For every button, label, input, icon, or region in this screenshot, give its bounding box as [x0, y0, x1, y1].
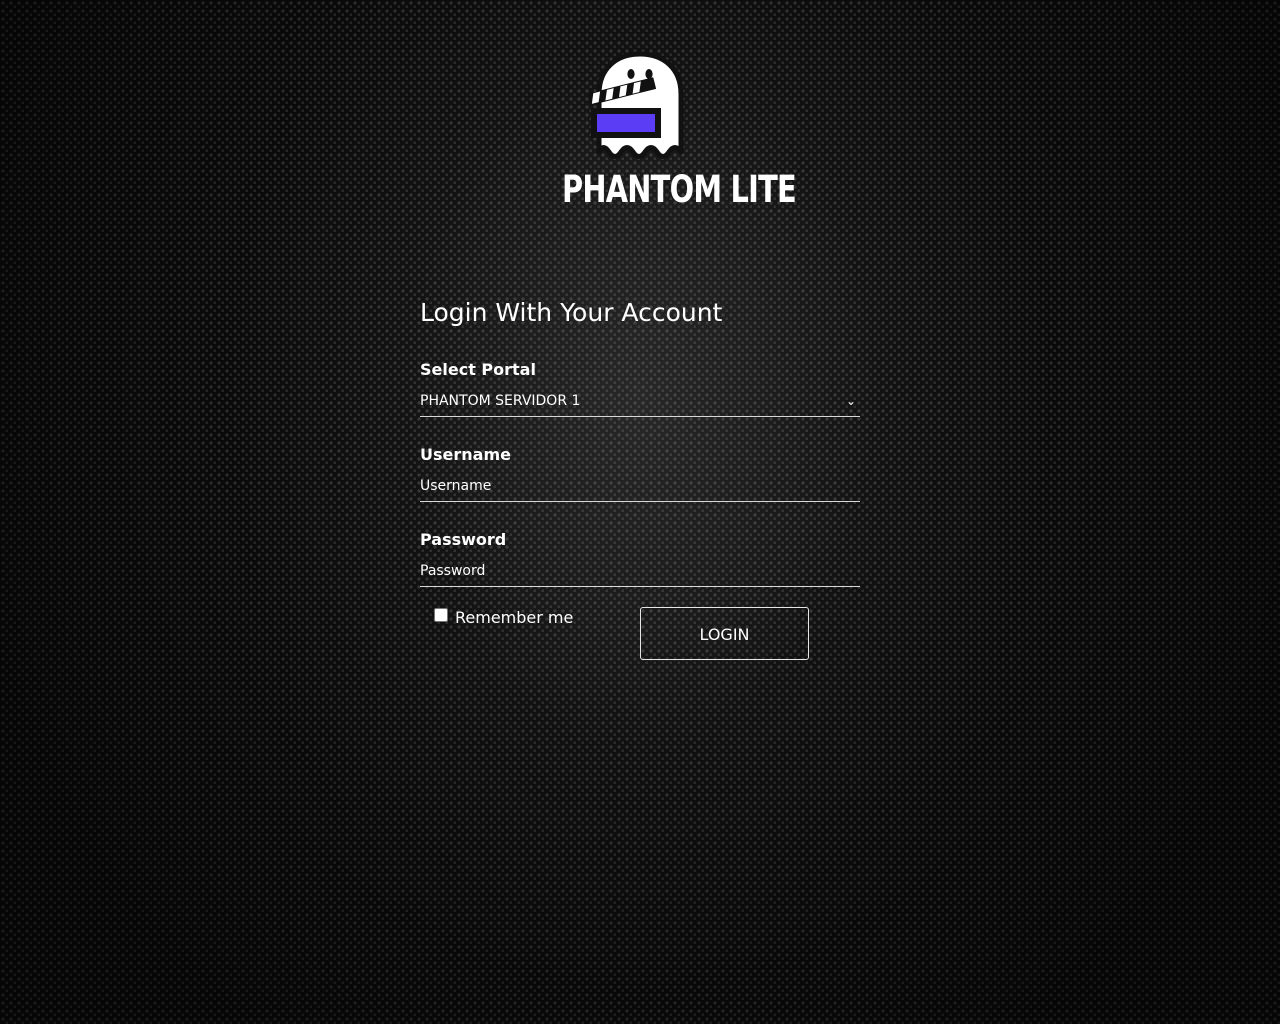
brand-logo: PHANTOM LITE — [540, 50, 797, 212]
username-placeholder: Username — [420, 478, 492, 494]
login-button[interactable]: LOGIN — [640, 607, 809, 660]
remember-me-label[interactable]: Remember me — [455, 608, 573, 628]
password-label: Password — [420, 530, 507, 549]
ghost-clapperboard-icon — [587, 51, 684, 159]
chevron-down-icon: ⌄ — [845, 394, 856, 408]
password-placeholder: Password — [420, 563, 486, 579]
form-actions: Remember me LOGIN — [420, 607, 860, 667]
form-heading: Login With Your Account — [420, 298, 723, 327]
remember-me: Remember me — [434, 607, 573, 628]
portal-selected-value: PHANTOM SERVIDOR 1 — [420, 393, 581, 409]
portal-label: Select Portal — [420, 360, 536, 379]
login-form: Login With Your Account Select Portal PH… — [420, 296, 860, 667]
portal-select[interactable]: PHANTOM SERVIDOR 1 ⌄ — [420, 386, 860, 417]
brand-name: PHANTOM LITE — [562, 168, 797, 211]
password-input[interactable]: Password — [420, 556, 860, 587]
username-input[interactable]: Username — [420, 471, 860, 502]
remember-me-checkbox[interactable] — [434, 608, 448, 622]
username-label: Username — [420, 445, 511, 464]
